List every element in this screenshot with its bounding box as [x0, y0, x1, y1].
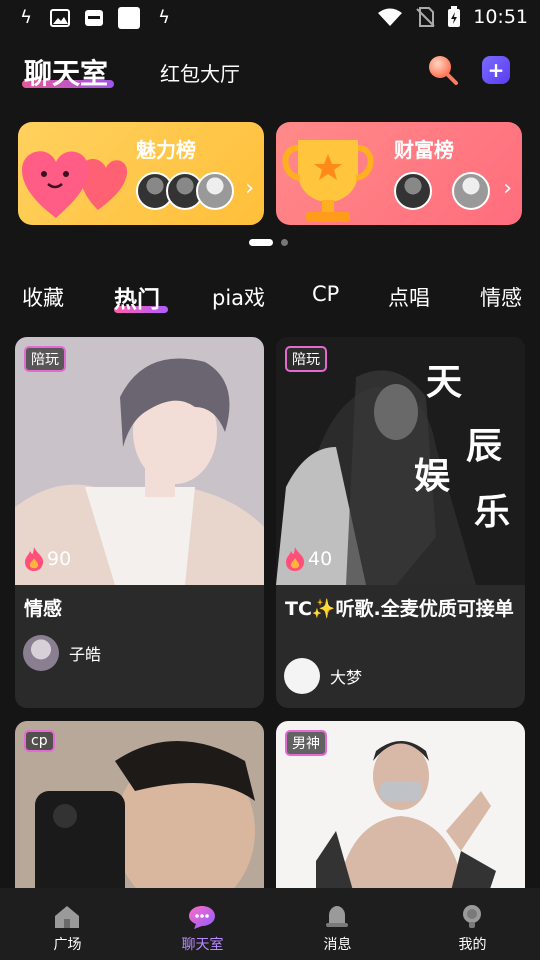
room-card[interactable]: 陪玩 90 情感 子皓: [15, 337, 264, 708]
heart-icon: [22, 151, 128, 218]
category-pia-drama[interactable]: pia戏: [212, 282, 265, 312]
owner-avatar[interactable]: [23, 635, 59, 671]
nav-label: 消息: [323, 937, 352, 953]
nav-messages[interactable]: 消息: [270, 888, 405, 960]
charm-ranking-title: 魅力榜: [136, 138, 196, 162]
charm-ranking-banner[interactable]: 魅力榜 ›: [18, 122, 264, 225]
cover-art-text: 辰: [466, 425, 503, 467]
avatar: [196, 172, 234, 210]
chevron-right-icon: ›: [245, 176, 254, 201]
house-icon: [55, 906, 79, 928]
nav-label: 我的: [458, 937, 487, 953]
room-card[interactable]: 天 辰 娱 乐 陪玩 40 TC✨听歌.全麦优质可接单 大梦: [276, 337, 525, 708]
room-heat-value: 40: [308, 548, 333, 570]
banner-pager: [249, 239, 288, 246]
wealth-ranking-title: 财富榜: [394, 138, 454, 162]
wifi-icon: [378, 8, 403, 26]
wealth-top-avatars: [394, 172, 490, 210]
wealth-ranking-banner[interactable]: 财富榜 ›: [276, 122, 522, 225]
room-card[interactable]: cp: [15, 721, 264, 901]
room-owner: 大梦: [284, 658, 362, 694]
top-header: 聊天室 红包大厅 +: [0, 48, 540, 96]
lightning-icon: ϟ: [158, 7, 170, 28]
room-tag: cp: [24, 730, 55, 752]
bell-icon: [326, 906, 348, 927]
flame-icon: [25, 547, 44, 571]
create-room-button[interactable]: +: [482, 56, 510, 84]
avatar: [394, 172, 432, 210]
nav-square[interactable]: 广场: [0, 888, 135, 960]
owner-avatar[interactable]: [284, 658, 320, 694]
app-notification-icon: [118, 7, 140, 29]
chevron-right-icon: ›: [503, 176, 512, 201]
category-karaoke[interactable]: 点唱: [388, 282, 430, 312]
nav-label: 广场: [53, 937, 82, 953]
room-title: 情感: [24, 598, 63, 620]
room-heat: 90: [23, 546, 71, 572]
chat-bubble-icon: [189, 906, 215, 929]
trophy-icon: [282, 140, 374, 222]
battery-charging-icon: [448, 6, 461, 27]
category-emotion[interactable]: 情感: [480, 282, 522, 312]
clock-time: 10:51: [473, 6, 528, 28]
avatar: [452, 172, 490, 210]
owner-name: 子皓: [69, 645, 102, 664]
pager-dot-active: [249, 239, 273, 246]
gallery-icon: [50, 9, 70, 27]
room-heat: 40: [284, 546, 332, 572]
flame-icon: [286, 547, 305, 571]
tab-red-packet-hall[interactable]: 红包大厅: [160, 58, 240, 87]
category-cp[interactable]: CP: [312, 282, 339, 306]
room-card[interactable]: 男神: [276, 721, 525, 901]
room-tag: 陪玩: [285, 346, 327, 372]
cover-art-text: 乐: [474, 491, 511, 533]
room-heat-value: 90: [47, 548, 72, 570]
category-tabs: 收藏 热门 pia戏 CP 点唱 情感: [0, 278, 540, 318]
room-title: TC✨听歌.全麦优质可接单: [285, 598, 514, 620]
no-sim-icon: [416, 7, 435, 27]
nav-profile[interactable]: 我的: [405, 888, 540, 960]
tab-chatroom[interactable]: 聊天室: [24, 52, 108, 92]
room-tag: 陪玩: [24, 346, 66, 372]
news-icon: [85, 10, 103, 26]
category-favorites[interactable]: 收藏: [22, 282, 64, 312]
status-bar: ϟ ϟ 10:51: [0, 0, 540, 38]
lightbulb-icon: [463, 905, 481, 928]
search-icon[interactable]: [426, 54, 458, 86]
lightning-icon: ϟ: [20, 7, 32, 28]
cover-art-text: 娱: [414, 455, 451, 497]
cover-art-text: 天: [426, 361, 463, 403]
plus-icon: +: [487, 58, 505, 82]
nav-label: 聊天室: [181, 937, 224, 953]
pager-dot[interactable]: [281, 239, 288, 246]
category-hot[interactable]: 热门: [114, 280, 160, 314]
charm-top-avatars: [136, 172, 234, 210]
room-owner: 子皓: [23, 635, 101, 671]
owner-name: 大梦: [330, 668, 363, 687]
bottom-navigation: 广场 聊天室 消息 我的: [0, 888, 540, 960]
nav-chatroom[interactable]: 聊天室: [135, 888, 270, 960]
room-tag: 男神: [285, 730, 327, 756]
